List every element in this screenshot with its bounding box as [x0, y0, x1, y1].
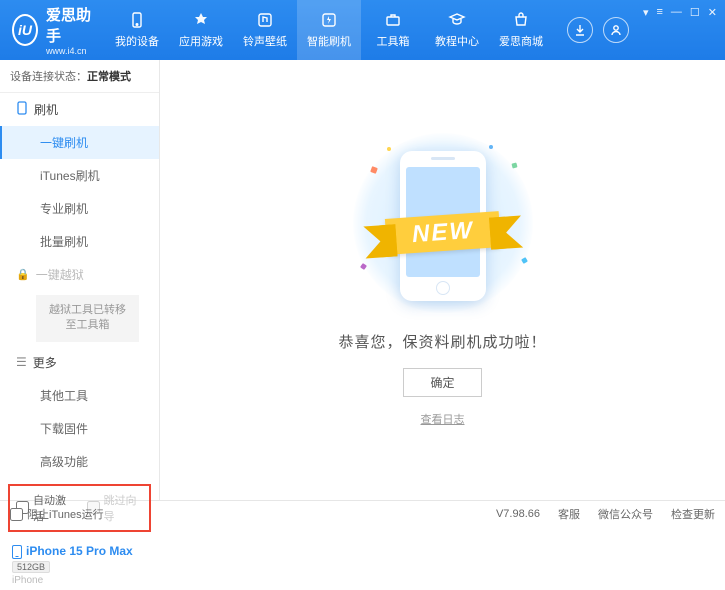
checkbox-label: 阻止iTunes运行 — [27, 506, 104, 522]
nav-label: 教程中心 — [435, 33, 479, 49]
app-url: www.i4.cn — [46, 46, 93, 56]
sidebar-item-pro[interactable]: 专业刷机 — [0, 192, 159, 225]
top-nav: 我的设备 应用游戏 铃声壁纸 智能刷机 工具箱 教程中心 爱思商城 — [105, 0, 553, 60]
phone-icon — [12, 545, 22, 559]
main-content: NEW 恭喜您，保资料刷机成功啦！ 确定 查看日志 — [160, 60, 725, 500]
logo-area: iU 爱思助手 www.i4.cn — [0, 4, 105, 56]
minimize-icon[interactable]: — — [671, 6, 682, 18]
device-type: iPhone — [12, 575, 147, 586]
jailbreak-note: 越狱工具已转移至工具箱 — [36, 295, 139, 342]
nav-label: 工具箱 — [376, 33, 409, 49]
nav-label: 应用游戏 — [179, 33, 223, 49]
nav-label: 爱思商城 — [499, 33, 543, 49]
phone-small-icon — [16, 101, 28, 118]
ringtone-icon — [256, 11, 274, 29]
maximize-icon[interactable]: ☐ — [690, 6, 700, 19]
checkbox-label: 跳过向导 — [104, 492, 144, 524]
conn-label: 设备连接状态： — [10, 71, 87, 83]
connection-status: 设备连接状态：正常模式 — [0, 60, 159, 93]
update-link[interactable]: 检查更新 — [671, 506, 715, 522]
nav-store[interactable]: 爱思商城 — [489, 0, 553, 60]
nav-tutorials[interactable]: 教程中心 — [425, 0, 489, 60]
download-button[interactable] — [567, 17, 593, 43]
close-icon[interactable]: ✕ — [708, 6, 717, 19]
support-link[interactable]: 客服 — [558, 506, 580, 522]
group-label: 更多 — [33, 354, 57, 371]
flash-icon — [320, 11, 338, 29]
list-icon: ☰ — [16, 355, 27, 369]
new-ribbon: NEW — [384, 211, 500, 255]
nav-label: 铃声壁纸 — [243, 33, 287, 49]
sidebar-item-firmware[interactable]: 下载固件 — [0, 412, 159, 445]
group-label: 一键越狱 — [36, 266, 84, 283]
toolbox-icon — [384, 11, 402, 29]
nav-ringtones[interactable]: 铃声壁纸 — [233, 0, 297, 60]
nav-apps[interactable]: 应用游戏 — [169, 0, 233, 60]
sidebar-item-other[interactable]: 其他工具 — [0, 379, 159, 412]
storage-badge: 512GB — [12, 561, 50, 573]
sidebar-item-advanced[interactable]: 高级功能 — [0, 445, 159, 478]
window-controls: ▾ ≡ — ☐ ✕ — [643, 0, 725, 19]
nav-my-device[interactable]: 我的设备 — [105, 0, 169, 60]
success-message: 恭喜您，保资料刷机成功啦！ — [338, 331, 546, 352]
sidebar: 设备连接状态：正常模式 刷机 一键刷机 iTunes刷机 专业刷机 批量刷机 🔒… — [0, 60, 160, 500]
success-illustration: NEW — [353, 133, 533, 313]
logo-icon: iU — [12, 14, 38, 46]
nav-label: 智能刷机 — [307, 33, 351, 49]
checkbox-block-itunes[interactable]: 阻止iTunes运行 — [10, 506, 104, 522]
sidebar-group-more[interactable]: ☰ 更多 — [0, 346, 159, 379]
group-label: 刷机 — [34, 101, 58, 118]
sidebar-item-oneclick[interactable]: 一键刷机 — [0, 126, 159, 159]
menu-icon[interactable]: ▾ — [643, 6, 649, 19]
sidebar-item-itunes[interactable]: iTunes刷机 — [0, 159, 159, 192]
lock-icon: 🔒 — [16, 268, 30, 281]
nav-toolbox[interactable]: 工具箱 — [361, 0, 425, 60]
sidebar-item-batch[interactable]: 批量刷机 — [0, 225, 159, 258]
view-log-link[interactable]: 查看日志 — [421, 411, 465, 427]
settings-icon[interactable]: ≡ — [656, 6, 662, 18]
device-icon — [128, 11, 146, 29]
user-button[interactable] — [603, 17, 629, 43]
tutorial-icon — [448, 11, 466, 29]
nav-label: 我的设备 — [115, 33, 159, 49]
wechat-link[interactable]: 微信公众号 — [598, 506, 653, 522]
device-info[interactable]: iPhone 15 Pro Max 512GB iPhone — [0, 538, 159, 590]
sidebar-group-flash[interactable]: 刷机 — [0, 93, 159, 126]
conn-value: 正常模式 — [87, 71, 131, 83]
ok-button[interactable]: 确定 — [403, 368, 481, 397]
apps-icon — [192, 11, 210, 29]
version-label: V7.98.66 — [496, 508, 540, 520]
app-name: 爱思助手 — [46, 4, 93, 46]
nav-flash[interactable]: 智能刷机 — [297, 0, 361, 60]
store-icon — [512, 11, 530, 29]
sidebar-group-jailbreak: 🔒 一键越狱 — [0, 258, 159, 291]
titlebar: iU 爱思助手 www.i4.cn 我的设备 应用游戏 铃声壁纸 智能刷机 工具… — [0, 0, 725, 60]
device-name: iPhone 15 Pro Max — [26, 544, 133, 558]
